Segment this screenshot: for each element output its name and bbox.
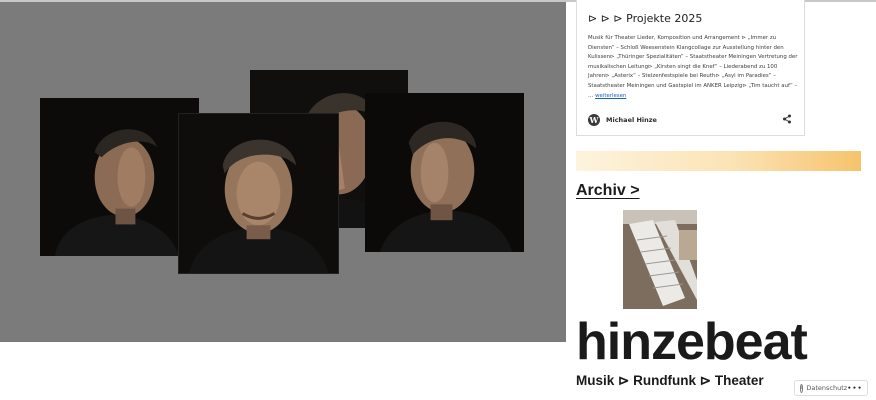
site-title[interactable]: hinzebeat	[576, 313, 808, 371]
author-name[interactable]: Michael Hinze	[606, 116, 657, 124]
portrait-smiling-photo[interactable]	[179, 114, 338, 273]
archive-thumbnail[interactable]	[623, 210, 697, 309]
wordpress-icon: W	[588, 114, 600, 126]
decorative-banner	[576, 151, 861, 171]
project-card: ⊳ ⊳ ⊳ Projekte 2025 Musik für Theater Li…	[576, 0, 805, 136]
read-more-link[interactable]: weiterlesen	[595, 93, 626, 99]
info-icon: i	[800, 383, 804, 393]
share-icon[interactable]	[782, 114, 792, 124]
card-excerpt-text: Musik für Theater Lieder, Komposition un…	[588, 35, 798, 99]
portrait-profile-left-photo[interactable]	[40, 98, 199, 256]
archive-link[interactable]: Archiv >	[576, 182, 640, 200]
privacy-link[interactable]: Datenschutz	[806, 384, 847, 392]
card-title[interactable]: ⊳ ⊳ ⊳ Projekte 2025	[588, 12, 702, 25]
photo-gallery	[0, 2, 566, 342]
more-options-icon[interactable]: •••	[847, 384, 862, 392]
card-excerpt: Musik für Theater Lieder, Komposition un…	[588, 34, 798, 101]
card-author[interactable]: W Michael Hinze	[588, 114, 657, 126]
portrait-profile-right-photo[interactable]	[365, 93, 524, 252]
site-tagline: Musik ⊳ Rundfunk ⊳ Theater	[576, 373, 764, 388]
privacy-widget[interactable]: i Datenschutz •••	[794, 380, 868, 396]
